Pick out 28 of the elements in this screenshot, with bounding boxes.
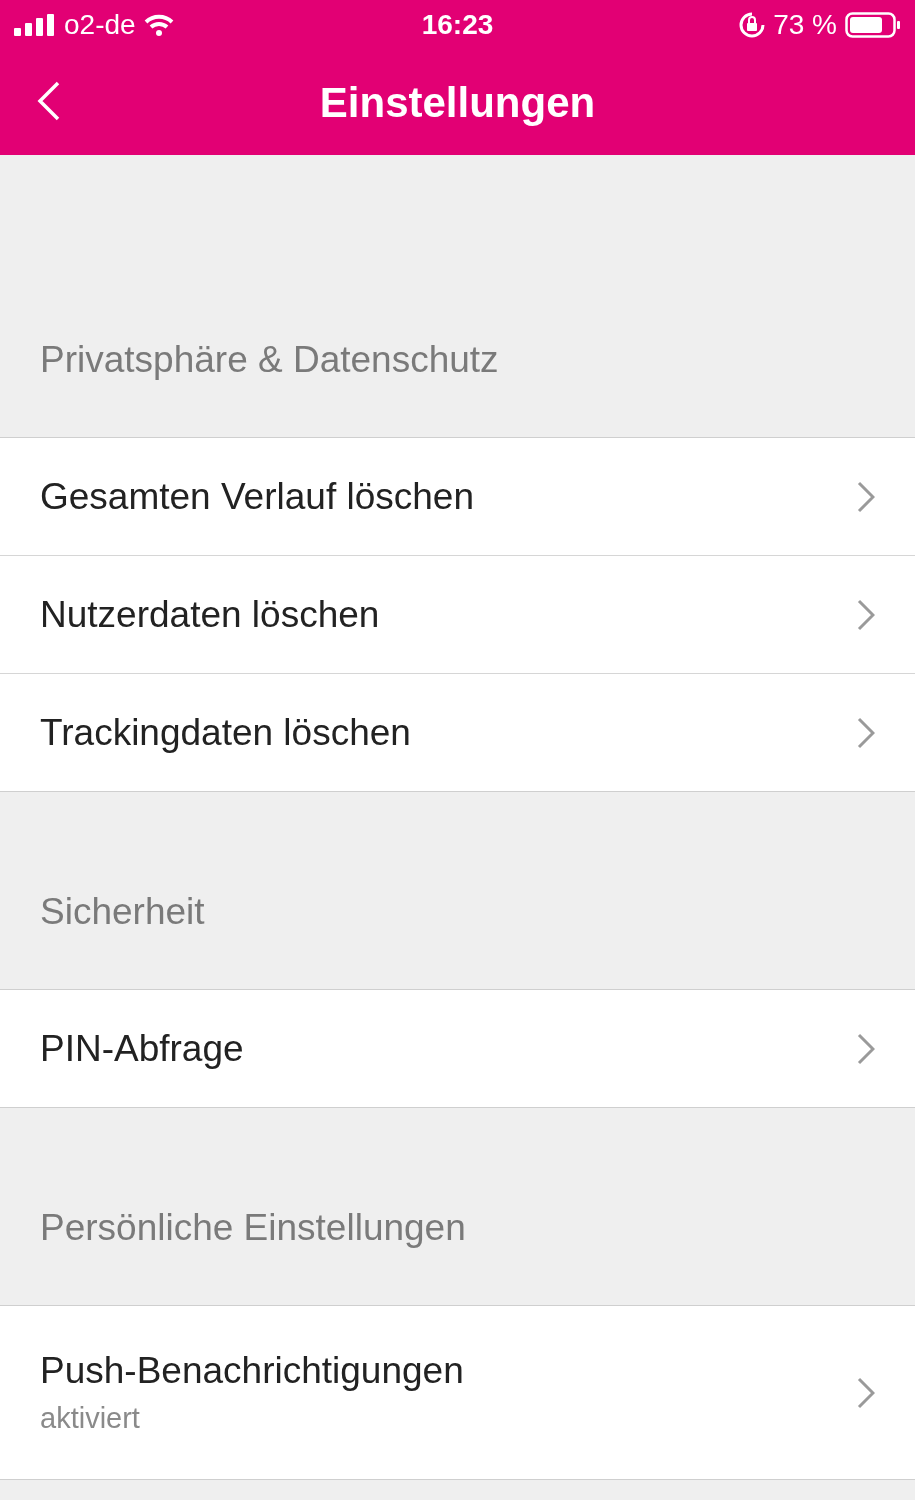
row-label: Trackingdaten löschen	[40, 711, 412, 754]
settings-row[interactable]: Gesamten Verlauf löschen	[0, 438, 915, 555]
section-header: Persönliche Einstellungen	[40, 1207, 466, 1249]
row-label: Push-Benachrichtigungen	[40, 1350, 465, 1392]
section-header: Sicherheit	[40, 891, 205, 933]
signal-icon	[14, 14, 56, 36]
wifi-icon	[143, 14, 174, 36]
row-label: Nutzerdaten löschen	[40, 593, 381, 636]
row-label: PIN-Abfrage	[40, 1027, 245, 1070]
row-subtitle: aktiviert	[40, 1402, 141, 1435]
battery-percent: 73 %	[773, 9, 837, 41]
chevron-icon	[857, 1376, 875, 1409]
chevron-icon	[857, 1032, 875, 1065]
section-header: Privatsphäre & Datenschutz	[40, 339, 499, 381]
chevron-icon	[857, 598, 875, 631]
page-title: Einstellungen	[319, 78, 596, 127]
battery-icon	[845, 12, 901, 38]
status-time: 16:23	[421, 9, 494, 41]
settings-row[interactable]: Push-Benachrichtigungen aktiviert	[0, 1306, 915, 1479]
back-icon[interactable]	[36, 80, 62, 122]
rotation-lock-icon	[739, 12, 766, 38]
chevron-icon	[857, 480, 875, 513]
row-label: Gesamten Verlauf löschen	[40, 475, 475, 518]
settings-row[interactable]: Trackingdaten löschen	[0, 673, 915, 791]
carrier-name: o2-de	[64, 9, 136, 41]
chevron-icon	[857, 716, 875, 749]
settings-row[interactable]: PIN-Abfrage	[0, 990, 915, 1107]
settings-row[interactable]: Nutzerdaten löschen	[0, 555, 915, 673]
